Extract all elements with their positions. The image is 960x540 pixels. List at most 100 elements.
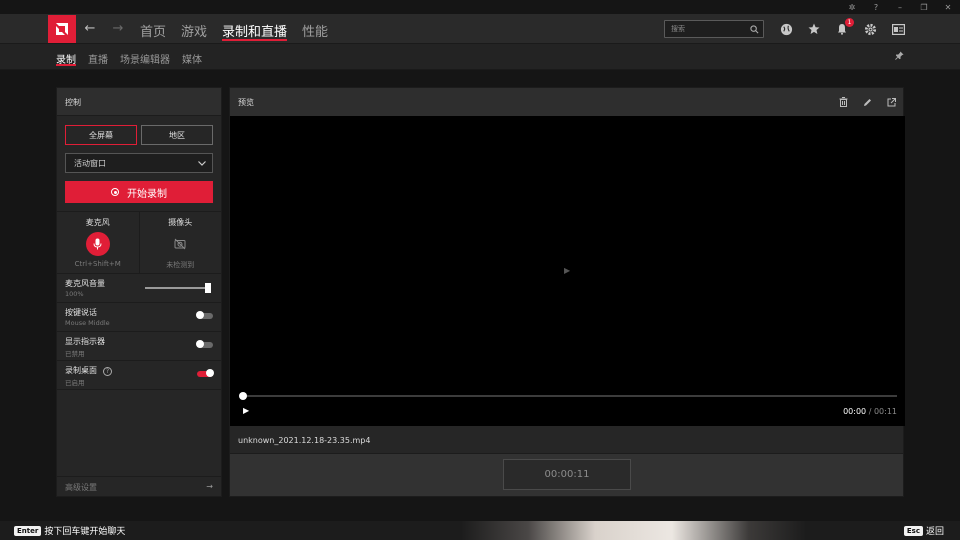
camera-title: 摄像头 [168, 218, 193, 227]
mic-volume-row: 麦克风音量 100% [57, 274, 221, 303]
microphone-title: 麦克风 [85, 218, 110, 227]
capture-source-value: 活动窗口 [74, 158, 106, 168]
search-box [664, 20, 764, 38]
search-input[interactable] [671, 25, 741, 33]
region-mode-button[interactable]: 地区 [141, 125, 213, 145]
account-card-icon[interactable] [890, 21, 906, 37]
fullscreen-mode-button[interactable]: 全屏幕 [65, 125, 137, 145]
trash-icon[interactable] [837, 96, 849, 108]
preview-title: 预览 [238, 98, 254, 107]
camera-status: 未检测到 [166, 261, 195, 269]
subtab-stream[interactable]: 直播 [88, 44, 108, 70]
window-controls: ✲ ? – ❐ ✕ [840, 0, 960, 14]
preview-actions [837, 96, 897, 108]
gear-icon[interactable] [862, 21, 878, 37]
top-icon-group: 1 [778, 18, 918, 37]
mic-volume-slider-thumb[interactable] [205, 283, 211, 293]
audio-video-row: 麦克风 Ctrl+Shift+M 摄像头 未检测到 [57, 211, 221, 274]
pin-icon[interactable] [895, 51, 904, 63]
show-indicator-toggle[interactable] [196, 340, 213, 348]
camera-off-icon [174, 238, 186, 250]
record-desktop-label: 录制桌面 [65, 366, 97, 375]
enter-keycap: Enter [14, 525, 42, 536]
camera-cell: 摄像头 未检测到 [138, 212, 222, 273]
start-recording-button[interactable]: 开始录制 [65, 181, 213, 203]
time-separator: / [868, 407, 872, 416]
minimize-icon[interactable]: – [888, 0, 912, 14]
push-to-talk-toggle[interactable] [196, 311, 213, 319]
advanced-settings-link[interactable]: 高级设置 → [57, 476, 221, 496]
video-progress-knob[interactable] [239, 392, 247, 400]
advanced-settings-label: 高级设置 [65, 483, 97, 492]
microphone-hotkey: Ctrl+Shift+M [74, 260, 121, 268]
microphone-icon [93, 238, 102, 250]
push-to-talk-label: 按键说话 [65, 308, 97, 317]
subtab-record[interactable]: 录制 [56, 44, 76, 70]
help-icon[interactable]: ? [864, 0, 888, 14]
notification-badge: 1 [845, 18, 854, 27]
control-panel-title: 控制 [57, 88, 221, 116]
arrow-right-icon: → [206, 482, 213, 491]
bell-icon[interactable]: 1 [834, 18, 854, 37]
record-desktop-status: 已启用 [65, 379, 85, 387]
microphone-toggle-button[interactable] [85, 232, 110, 256]
play-icon[interactable]: ▶ [243, 406, 249, 415]
bug-icon[interactable]: ✲ [840, 0, 864, 14]
show-indicator-row: 显示指示器 已禁用 [57, 332, 221, 361]
subtab-media[interactable]: 媒体 [182, 44, 202, 70]
show-indicator-status: 已禁用 [65, 350, 85, 358]
control-panel: 控制 全屏幕 地区 活动窗口 开始录制 麦克风 Ctrl+Shift+M 摄像头… [56, 87, 222, 497]
amd-logo-mark [56, 23, 68, 35]
record-desktop-label-wrap: 录制桌面? [65, 365, 213, 376]
preview-panel: 预览 ▶ ▶ 00:00 / 00:11 unknown_2021.12.18-… [229, 87, 905, 497]
footer-bar: Enter 按下回车键开始聊天 Esc 返回 [0, 521, 960, 540]
capture-source-dropdown[interactable]: 活动窗口 [65, 153, 213, 173]
total-time: 00:11 [873, 407, 897, 416]
globe-icon[interactable] [778, 21, 794, 37]
center-play-icon[interactable]: ▶ [564, 266, 570, 275]
back-arrow-icon[interactable]: ← [82, 21, 98, 37]
search-icon[interactable] [750, 24, 759, 34]
close-icon[interactable]: ✕ [936, 0, 960, 14]
tab-home[interactable]: 首页 [140, 14, 166, 44]
esc-keycap: Esc [903, 525, 923, 536]
mic-volume-slider[interactable] [145, 283, 211, 293]
push-to-talk-key: Mouse Middle [65, 319, 110, 327]
restore-icon[interactable]: ❐ [912, 0, 936, 14]
video-time: 00:00 / 00:11 [843, 407, 897, 416]
tab-record-stream[interactable]: 录制和直播 [222, 14, 288, 44]
star-icon[interactable] [806, 21, 822, 37]
start-recording-label: 开始录制 [127, 188, 167, 200]
timer-bar: 00:00:11 [230, 453, 903, 496]
camera-toggle-button[interactable] [168, 232, 192, 256]
recording-timer: 00:00:11 [503, 459, 631, 490]
record-desktop-row: 录制桌面? 已启用 [57, 361, 221, 390]
help-circle-icon[interactable]: ? [103, 367, 112, 376]
sub-tabs: 录制 直播 场景编辑器 媒体 [56, 44, 214, 70]
preview-header: 预览 [230, 88, 903, 116]
mic-volume-value: 100% [65, 290, 84, 298]
microphone-cell: 麦克风 Ctrl+Shift+M [57, 212, 139, 273]
esc-hint[interactable]: Esc 返回 [903, 524, 944, 537]
recording-filename: unknown_2021.12.18-23.35.mp4 [238, 436, 371, 445]
record-desktop-toggle[interactable] [197, 369, 214, 377]
push-to-talk-row: 按键说话 Mouse Middle [57, 303, 221, 332]
chevron-down-icon [198, 160, 206, 166]
record-icon [111, 188, 119, 196]
current-time: 00:00 [843, 407, 867, 416]
tab-games[interactable]: 游戏 [181, 14, 207, 44]
share-external-icon[interactable] [885, 96, 897, 108]
top-nav-bar: ← → 首页 游戏 录制和直播 性能 1 [0, 14, 960, 44]
video-progress-bar[interactable] [239, 392, 897, 400]
tab-performance[interactable]: 性能 [302, 14, 328, 44]
video-player[interactable]: ▶ ▶ 00:00 / 00:11 [230, 116, 905, 426]
subtab-scene-editor[interactable]: 场景编辑器 [120, 44, 170, 70]
amd-logo[interactable] [48, 15, 76, 43]
capture-mode-group: 全屏幕 地区 [57, 116, 221, 145]
forward-arrow-icon[interactable]: → [110, 21, 126, 37]
edit-pencil-icon[interactable] [861, 96, 873, 108]
esc-hint-text: 返回 [925, 527, 944, 537]
show-indicator-label: 显示指示器 [65, 337, 105, 346]
main-tabs: 首页 游戏 录制和直播 性能 [140, 14, 343, 44]
enter-hint-text: 按下回车键开始聊天 [44, 527, 126, 537]
